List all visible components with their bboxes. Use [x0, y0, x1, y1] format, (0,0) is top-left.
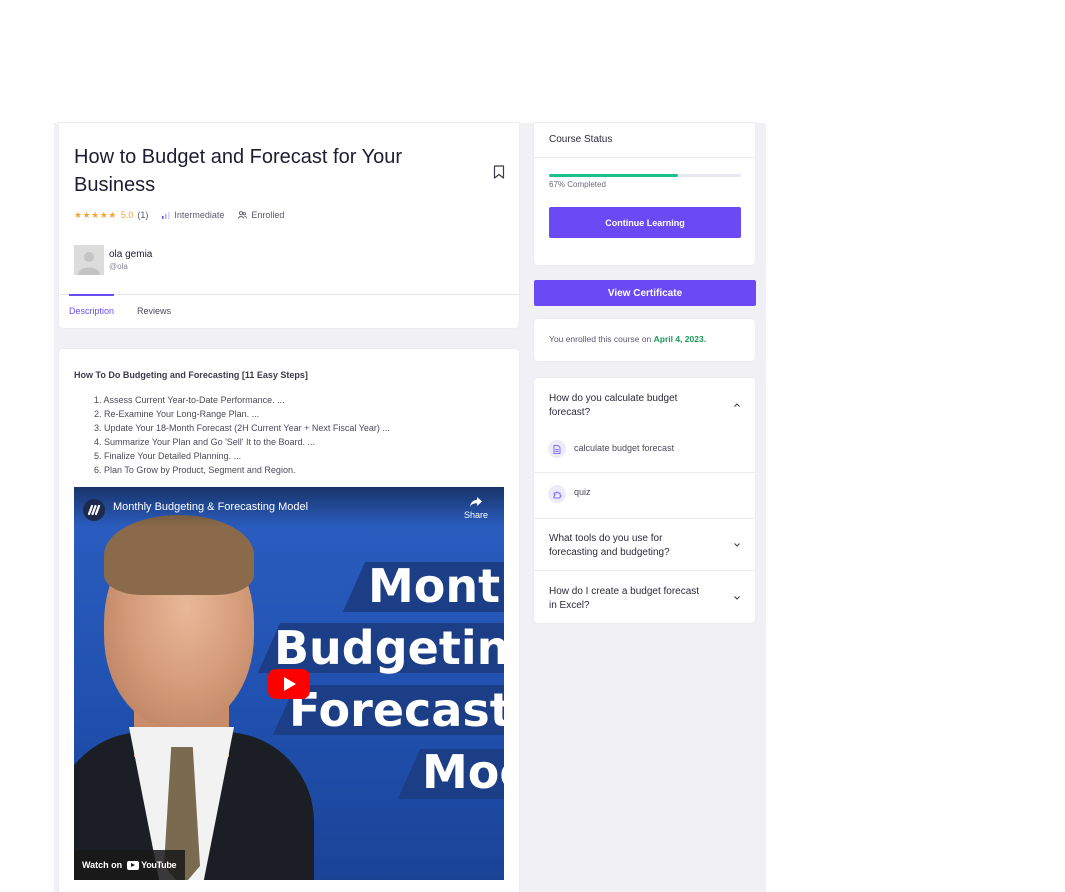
status-title: Course Status — [549, 134, 613, 145]
tab-description[interactable]: Description — [69, 294, 115, 328]
level-bars-icon — [162, 212, 170, 219]
watch-on-youtube[interactable]: Watch on YouTube — [74, 850, 186, 880]
topic-title: How do I create a budget forecast in Exc… — [549, 586, 700, 611]
play-button[interactable] — [268, 669, 310, 699]
document-icon — [548, 440, 566, 458]
share-icon — [469, 497, 482, 507]
topic-title: How do you calculate budget forecast? — [549, 393, 678, 418]
bookmark-icon[interactable] — [493, 165, 505, 179]
list-item: 6. Plan To Grow by Product, Segment and … — [94, 465, 296, 475]
channel-logo[interactable] — [83, 499, 105, 521]
list-item: 3. Update Your 18-Month Forecast (2H Cur… — [94, 423, 390, 433]
youtube-label: YouTube — [141, 860, 177, 870]
list-item: 5. Finalize Your Detailed Planning. ... — [94, 451, 242, 461]
lesson-item[interactable]: calculate budget forecast — [534, 427, 755, 473]
lesson-label: calculate budget forecast — [574, 443, 675, 453]
users-icon — [238, 211, 248, 219]
rating-count: (1) — [137, 210, 149, 220]
video-embed[interactable]: Montl Budgeting Forecasti Moc Monthly Bu… — [74, 487, 504, 880]
channel-logo-icon — [87, 504, 101, 516]
view-certificate-button[interactable]: View Certificate — [534, 280, 756, 306]
description-heading: How To Do Budgeting and Forecasting [11 … — [74, 370, 308, 380]
list-item: 1. Assess Current Year-to-Date Performan… — [94, 395, 285, 405]
course-tabs: Description Reviews — [59, 294, 519, 329]
curriculum-card: How do you calculate budget forecast? ca… — [534, 378, 755, 623]
youtube-logo: YouTube — [127, 860, 177, 870]
topic-header[interactable]: How do you calculate budget forecast? — [534, 378, 755, 427]
rating-stars: ★★★★★ — [74, 209, 117, 220]
enrollment-label: Enrolled — [251, 210, 285, 220]
continue-learning-button[interactable]: Continue Learning — [549, 207, 741, 238]
instructor[interactable]: ola gemia @ola — [74, 245, 152, 275]
course-meta: ★★★★★ 5.0 (1) Intermediate Enrolled — [74, 208, 284, 222]
enrollment-badge: Enrolled — [238, 210, 284, 220]
video-title[interactable]: Monthly Budgeting & Forecasting Model — [113, 501, 308, 513]
lesson-item[interactable]: quiz — [534, 472, 755, 519]
lesson-label: quiz — [574, 487, 591, 497]
tab-reviews[interactable]: Reviews — [137, 295, 171, 328]
progress-text: 67% Completed — [549, 180, 606, 189]
watch-on-label: Watch on — [82, 860, 123, 870]
enrolled-info-card: You enrolled this course on April 4, 202… — [534, 319, 755, 361]
topic-title: What tools do you use for forecasting an… — [549, 533, 670, 558]
list-item: 2. Re-Examine Your Long-Range Plan. ... — [94, 409, 260, 419]
level-label: Intermediate — [174, 210, 225, 220]
share-label: Share — [463, 510, 488, 520]
topic-header[interactable]: How do I create a budget forecast in Exc… — [534, 571, 755, 623]
chevron-up-icon — [734, 403, 740, 407]
thumbnail-text: Budgeting — [274, 621, 504, 675]
course-status-card: Course Status 67% Completed Continue Lea… — [534, 123, 755, 265]
progress-fill — [549, 174, 678, 177]
list-item: 4. Summarize Your Plan and Go 'Sell' It … — [94, 437, 316, 447]
chevron-down-icon — [734, 596, 740, 600]
enrolled-date: April 4, 2023. — [653, 334, 707, 344]
share-button[interactable]: Share — [464, 496, 488, 520]
avatar — [74, 245, 104, 275]
course-title: How to Budget and Forecast for Your Busi… — [74, 146, 402, 196]
thumbnail-text: Moc — [422, 745, 504, 799]
puzzle-icon — [548, 485, 566, 503]
instructor-name: ola gemia — [109, 248, 153, 260]
rating-value: 5.0 — [120, 210, 134, 220]
progress-bar — [549, 174, 741, 177]
description-card: How To Do Budgeting and Forecasting [11 … — [59, 349, 519, 892]
thumbnail-text: Forecasti — [289, 683, 504, 737]
course-header-card: How to Budget and Forecast for Your Busi… — [59, 123, 519, 328]
steps-list: 1. Assess Current Year-to-Date Performan… — [94, 393, 390, 477]
thumbnail-text: Montl — [368, 559, 504, 613]
youtube-play-icon — [127, 860, 140, 870]
chevron-down-icon — [734, 543, 740, 547]
instructor-handle: @ola — [109, 261, 128, 271]
enrolled-prefix: You enrolled this course on — [549, 334, 652, 344]
enrolled-text: You enrolled this course on April 4, 202… — [549, 334, 706, 344]
level-badge: Intermediate — [162, 210, 224, 220]
user-placeholder-icon — [74, 245, 104, 275]
presenter-hair — [104, 515, 254, 595]
topic-header[interactable]: What tools do you use for forecasting an… — [534, 519, 755, 571]
divider — [534, 157, 755, 158]
